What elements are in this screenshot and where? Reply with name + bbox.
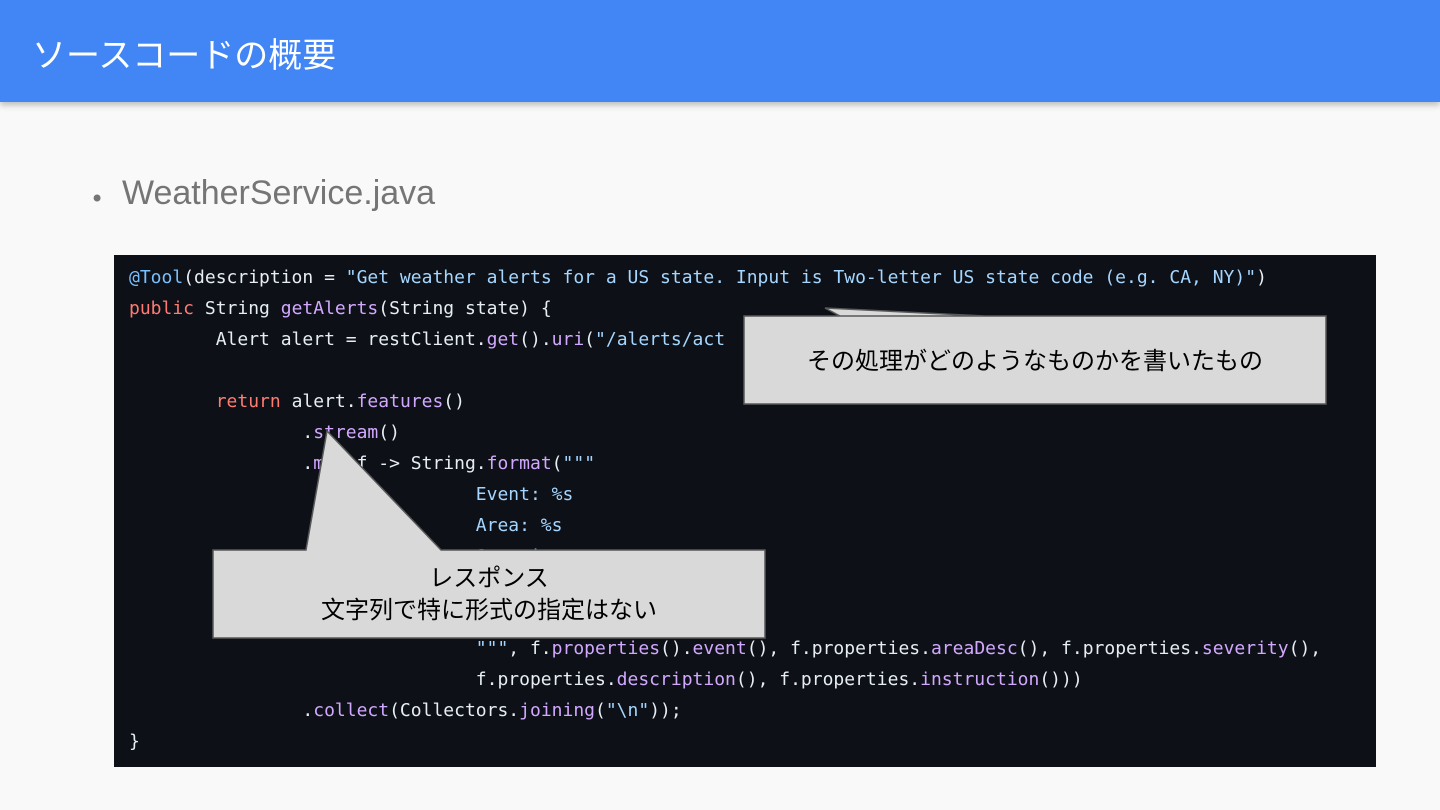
bullet-filename: WeatherService.java bbox=[122, 174, 436, 212]
code-token: (String state) { bbox=[378, 298, 552, 319]
code-token: uri bbox=[551, 329, 585, 350]
code-line: public String getAlerts(String state) { bbox=[129, 293, 552, 324]
code-token: properties bbox=[551, 638, 661, 659]
code-token: ( bbox=[551, 453, 563, 474]
code-line: Event: %s bbox=[129, 479, 574, 510]
code-token: Area: %s bbox=[475, 515, 563, 536]
code-token: """ bbox=[562, 453, 596, 474]
code-token: areaDesc bbox=[930, 638, 1018, 659]
slide-header: ソースコードの概要 bbox=[0, 0, 1440, 102]
code-token: instruction bbox=[920, 669, 1040, 690]
code-token: (). bbox=[660, 638, 693, 659]
code-token: } bbox=[129, 731, 140, 752]
callout-description-text: その処理がどのようなものかを書いたもの bbox=[807, 347, 1263, 375]
slide-title: ソースコードの概要 bbox=[32, 36, 337, 76]
code-token: alert. bbox=[280, 391, 357, 412]
code-token: Alert alert = restClient. bbox=[129, 329, 487, 350]
code-token: collect bbox=[313, 700, 390, 721]
code-token: ( bbox=[584, 329, 596, 350]
code-token: . bbox=[129, 422, 314, 443]
code-token: (), bbox=[1288, 638, 1322, 659]
code-token: Event: %s bbox=[475, 484, 574, 505]
code-line: f.properties.description(), f.properties… bbox=[129, 664, 1083, 695]
code-token: () bbox=[443, 391, 465, 412]
code-token: (Collectors. bbox=[389, 700, 520, 721]
code-token: (description = bbox=[183, 267, 346, 288]
code-token: m bbox=[313, 453, 325, 474]
code-token: format bbox=[486, 453, 552, 474]
code-token: (), f.properties. bbox=[1017, 638, 1202, 659]
code-token: getAlerts bbox=[280, 298, 379, 319]
code-token: get bbox=[486, 329, 520, 350]
code-line: """, f.properties().event(), f.propertie… bbox=[129, 633, 1321, 664]
code-token: () bbox=[378, 422, 400, 443]
code-line: .collect(Collectors.joining("\n")); bbox=[129, 695, 682, 726]
code-token: "/alerts/act bbox=[595, 329, 726, 350]
code-token: ())) bbox=[1039, 669, 1083, 690]
callout-response-text: レスポンス 文字列で特に形式の指定はない bbox=[213, 562, 765, 626]
code-line: @Tool(description = "Get weather alerts … bbox=[129, 262, 1267, 293]
code-token: "Get weather alerts for a US state. Inpu… bbox=[345, 267, 1257, 288]
code-token: joining bbox=[519, 700, 595, 721]
code-line: return alert.features() bbox=[129, 386, 465, 417]
code-line: } bbox=[129, 726, 140, 757]
code-token: return bbox=[215, 391, 281, 412]
code-token: """ bbox=[475, 638, 509, 659]
callout-response-line: レスポンス bbox=[429, 564, 549, 592]
code-token: ( bbox=[595, 700, 606, 721]
code-line: .m f -> String.format(""" bbox=[129, 448, 595, 479]
code-token: . bbox=[129, 453, 314, 474]
code-line: Area: %s bbox=[129, 510, 563, 541]
bullet-icon: • bbox=[90, 185, 105, 213]
code-token: ) bbox=[1256, 267, 1267, 288]
code-token: features bbox=[356, 391, 444, 412]
code-token: @Tool bbox=[129, 267, 184, 288]
code-line: .stream() bbox=[129, 417, 400, 448]
code-token: , f. bbox=[508, 638, 552, 659]
code-token: )); bbox=[649, 700, 682, 721]
code-token: (), f.properties. bbox=[746, 638, 931, 659]
code-token: public bbox=[129, 298, 195, 319]
code-token: (), f.properties. bbox=[735, 669, 921, 690]
code-token: f.properties. bbox=[129, 669, 617, 690]
code-token: f -> String. bbox=[324, 453, 487, 474]
code-token: event bbox=[692, 638, 747, 659]
code-token: stream bbox=[313, 422, 379, 443]
code-token: . bbox=[129, 700, 314, 721]
code-token: String bbox=[194, 298, 281, 319]
code-token: (). bbox=[519, 329, 552, 350]
code-token: severity bbox=[1201, 638, 1289, 659]
code-token: "\n" bbox=[605, 700, 650, 721]
callout-response-line: 文字列で特に形式の指定はない bbox=[321, 596, 657, 624]
code-token: description bbox=[616, 669, 736, 690]
